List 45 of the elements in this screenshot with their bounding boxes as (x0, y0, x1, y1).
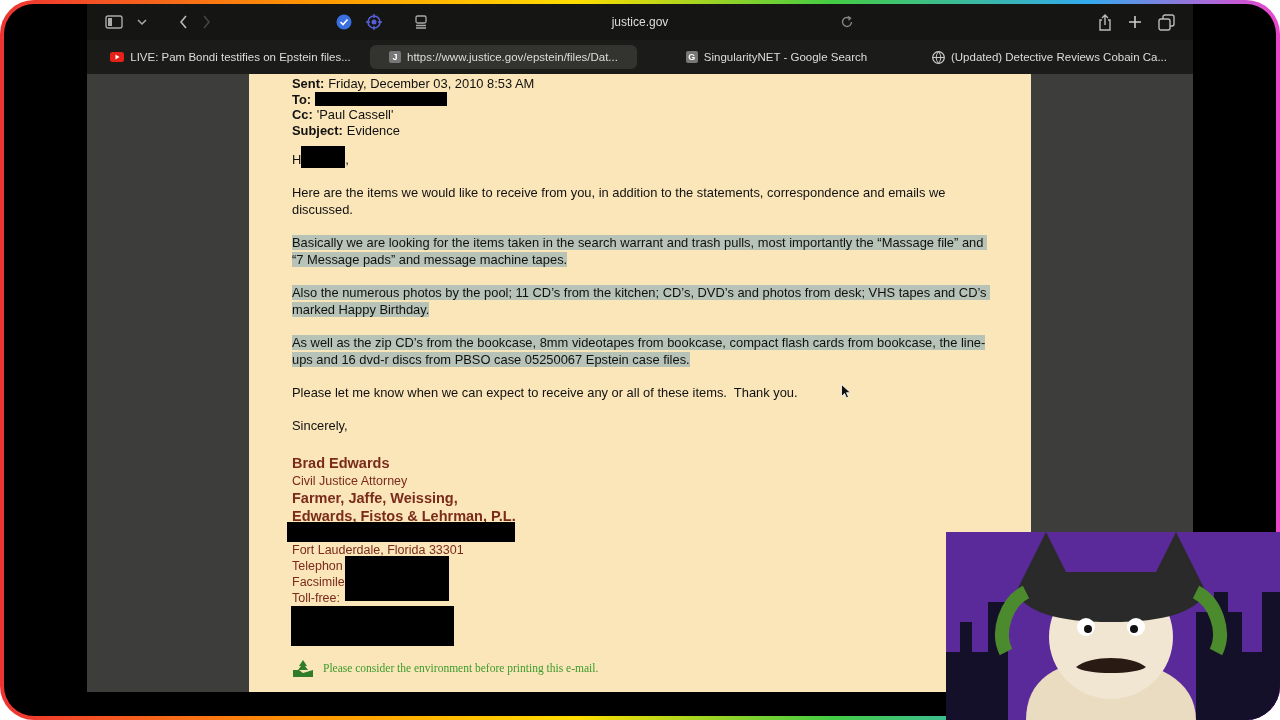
header-label: Sent: (292, 76, 325, 92)
greeting-text: , (345, 151, 349, 168)
header-label: Cc: (292, 107, 313, 123)
check-circle-icon[interactable] (336, 14, 352, 30)
firm-name: Edwards, Fistos & Lehrman, P.L. (292, 507, 516, 525)
header-value: Friday, December 03, 2010 8:53 AM (328, 76, 535, 92)
closing-text: Sincerely, (292, 418, 348, 433)
signature-address: Fort Lauderdale, Florida 33301 (292, 542, 464, 558)
tree-icon (292, 660, 314, 677)
browser-tab[interactable]: G SingularityNET - Google Search (643, 45, 910, 69)
reader-icon[interactable] (414, 15, 428, 29)
header-label: To: (292, 91, 312, 107)
chevron-down-icon[interactable] (137, 18, 147, 26)
environment-note: Please consider the environment before printing this e-mail. (323, 661, 599, 677)
tabs-overview-icon[interactable] (1158, 13, 1175, 31)
target-icon[interactable] (366, 14, 382, 30)
plus-icon[interactable] (1128, 15, 1142, 29)
greeting-text: H (292, 151, 302, 168)
play-icon (110, 52, 125, 62)
email-paragraph: Here are the items we would like to receive from you, in addition to the statements, correspondence and emails we discussed. (292, 184, 947, 218)
favicon: G (685, 51, 698, 63)
firm-name: Farmer, Jaffe, Weissing, (292, 489, 458, 507)
browser-tab[interactable]: LIVE: Pam Bondi testifies on Epstein files... (97, 45, 364, 69)
address-bar[interactable]: justice.gov (611, 15, 669, 29)
header-value: 'Paul Cassell' (316, 107, 394, 123)
share-icon[interactable] (1098, 13, 1112, 31)
contact-label: Toll-free: (292, 590, 341, 606)
header-label: Subject: (292, 122, 343, 138)
email-paragraph: As well as the zip CD’s from the bookcase, 8mm videotapes from bookcase, compact flash cards from bookcase, the line-ups and 16 dvd-r discs from PBSO case 05250067 Epstein case files. (292, 334, 987, 368)
globe-icon (931, 50, 945, 64)
sidebar-icon[interactable] (105, 15, 123, 29)
email-paragraph: Also the numerous photos by the pool; 11 CD’s from the kitchen; CD’s, DVD’s and photos from desk; VHS tapes and CD’s marked Happy Birthday. (292, 284, 991, 318)
signature-title: Civil Justice Attorney (292, 473, 408, 489)
back-icon[interactable] (179, 15, 188, 29)
browser-tab[interactable]: J https://www.justice.gov/epstein/files/Dat... (370, 45, 637, 69)
mouse-cursor-icon (841, 384, 851, 399)
favicon: J (389, 51, 402, 63)
email-paragraph: Please let me know when we can expect to receive any or all of these items. Thank you. (292, 384, 798, 401)
signature-name: Brad Edwards (292, 454, 390, 473)
browser-tab[interactable]: (Updated) Detective Reviews Cobain Ca... (916, 45, 1183, 69)
redaction-bar (301, 146, 346, 168)
contact-label: Facsimile (292, 574, 345, 590)
header-value: Evidence (346, 122, 400, 138)
contact-label: Telephon (292, 558, 344, 574)
reload-icon[interactable] (840, 15, 854, 29)
